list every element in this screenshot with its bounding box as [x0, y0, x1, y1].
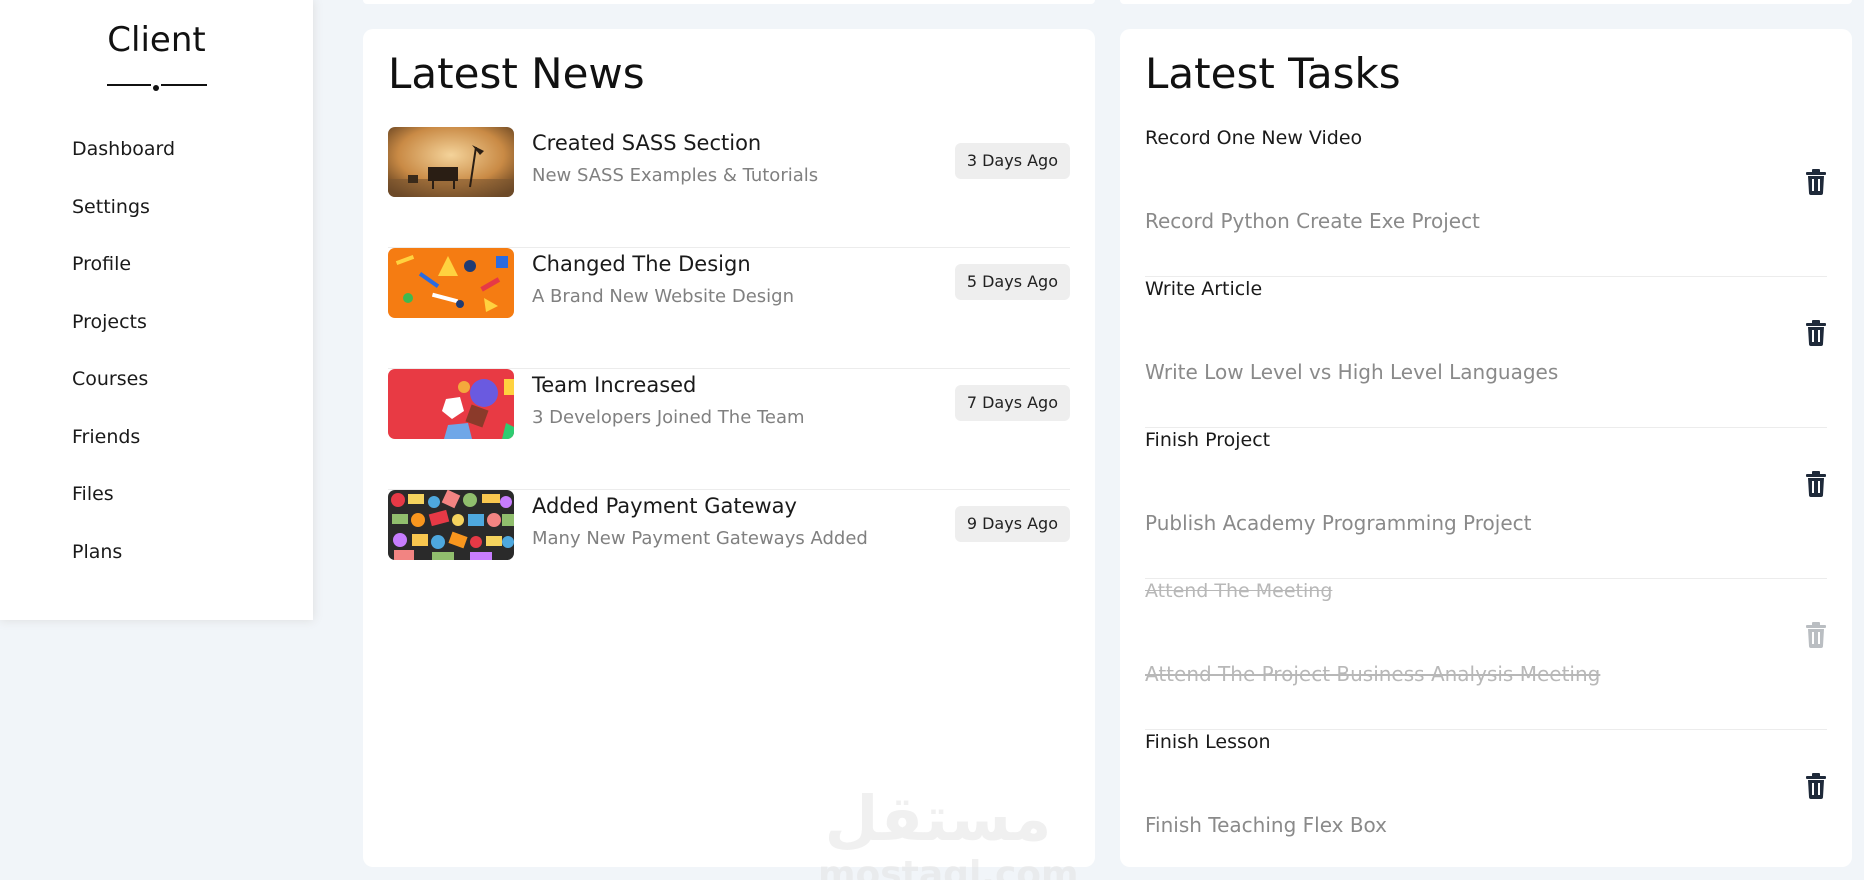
trash-icon[interactable]	[1805, 320, 1827, 346]
task-title: Record One New Video	[1145, 127, 1363, 149]
news-item: Added Payment Gateway Many New Payment G…	[388, 490, 1070, 611]
news-thumbnail	[388, 127, 514, 197]
task-title: Finish Project	[1145, 429, 1271, 451]
title-underline-dot	[153, 85, 159, 91]
news-title: Created SASS Section	[532, 131, 762, 155]
date-badge: 7 Days Ago	[954, 385, 1070, 421]
panel-title: Latest News	[388, 49, 645, 98]
sidebar-title: Client	[107, 20, 206, 60]
upper-widget-bottom-edge	[1120, 0, 1852, 4]
watermark-arabic: مستقل	[824, 782, 1052, 855]
task-title: Finish Lesson	[1145, 731, 1271, 753]
news-thumbnail	[388, 248, 514, 318]
mostaql-watermark-logo: مستقل mostaql.com	[818, 782, 1079, 880]
trash-icon[interactable]	[1805, 471, 1827, 497]
sidebar-item-plans[interactable]: Plans	[72, 537, 122, 567]
news-item: Changed The Design A Brand New Website D…	[388, 248, 1070, 369]
sidebar-item-files[interactable]: Files	[72, 479, 114, 509]
sidebar-item-projects[interactable]: Projects	[72, 307, 147, 337]
date-badge: 3 Days Ago	[954, 143, 1070, 179]
sidebar-item-dashboard[interactable]: Dashboard	[72, 134, 175, 164]
date-badge: 9 Days Ago	[954, 506, 1070, 542]
sidebar-item-settings[interactable]: Settings	[72, 192, 150, 222]
latest-tasks-panel: Latest Tasks Record One New Video Record…	[1120, 29, 1852, 867]
task-title: Write Article	[1145, 278, 1263, 300]
task-title: Attend The Meeting	[1145, 580, 1333, 602]
sidebar-item-profile[interactable]: Profile	[72, 249, 131, 279]
news-item: Team Increased 3 Developers Joined The T…	[388, 369, 1070, 490]
panel-title: Latest Tasks	[1145, 49, 1401, 98]
news-thumbnail	[388, 369, 514, 439]
watermark-latin: mostaql.com	[818, 854, 1079, 880]
upper-widget-bottom-edge	[363, 0, 1095, 4]
latest-news-panel: Latest News Created SASS Section New SAS…	[363, 29, 1095, 880]
news-thumbnail	[388, 490, 514, 560]
news-subtitle: 3 Developers Joined The Team	[532, 407, 805, 428]
sidebar-item-courses[interactable]: Courses	[72, 364, 148, 394]
news-subtitle: A Brand New Website Design	[532, 286, 794, 307]
date-badge: 5 Days Ago	[954, 264, 1070, 300]
sidebar-item-friends[interactable]: Friends	[72, 422, 140, 452]
news-title: Changed The Design	[532, 252, 751, 276]
news-title: Added Payment Gateway	[532, 494, 797, 518]
task-subtitle: Attend The Project Business Analysis Mee…	[1145, 662, 1601, 686]
news-title: Team Increased	[532, 373, 697, 397]
task-subtitle: Write Low Level vs High Level Languages	[1145, 360, 1559, 384]
task-subtitle: Finish Teaching Flex Box	[1145, 813, 1388, 837]
trash-icon[interactable]	[1805, 773, 1827, 799]
news-subtitle: New SASS Examples & Tutorials	[532, 165, 819, 186]
trash-icon[interactable]	[1805, 169, 1827, 195]
task-item: Finish Project Publish Academy Programmi…	[1145, 429, 1827, 579]
task-subtitle: Record Python Create Exe Project	[1145, 209, 1480, 233]
news-item: Created SASS Section New SASS Examples &…	[388, 127, 1070, 248]
task-item: Record One New Video Record Python Creat…	[1145, 127, 1827, 277]
news-subtitle: Many New Payment Gateways Added	[532, 528, 868, 549]
task-item: Finish Lesson Finish Teaching Flex Box	[1145, 731, 1827, 880]
trash-icon[interactable]	[1805, 622, 1827, 648]
task-subtitle: Publish Academy Programming Project	[1145, 511, 1532, 535]
sidebar: Client Dashboard Settings Profile Projec…	[0, 0, 313, 620]
task-item-completed: Attend The Meeting Attend The Project Bu…	[1145, 580, 1827, 730]
task-item: Write Article Write Low Level vs High Le…	[1145, 278, 1827, 428]
